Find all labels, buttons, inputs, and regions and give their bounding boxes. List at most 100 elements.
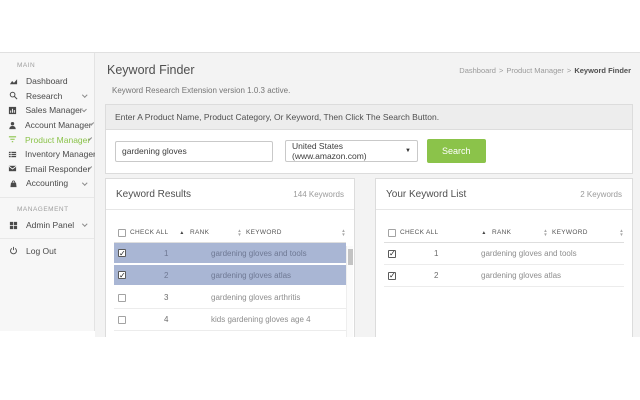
row-checkbox[interactable] bbox=[118, 249, 126, 258]
sidebar-item-label: Research bbox=[26, 90, 63, 101]
select-arrow-icon: ▼ bbox=[405, 148, 411, 154]
sidebar-item-label: Inventory Manager bbox=[25, 149, 96, 160]
chevron-down-icon bbox=[90, 122, 94, 126]
breadcrumb-separator: > bbox=[498, 65, 504, 75]
sidebar-item-label: Log Out bbox=[26, 245, 57, 256]
chart-area-icon bbox=[8, 76, 18, 86]
table-row[interactable]: 1 gardening gloves and tools bbox=[384, 243, 624, 265]
scrollbar-thumb[interactable] bbox=[348, 249, 353, 265]
rank-cell: 1 bbox=[164, 248, 169, 258]
table-row[interactable]: 3 gardening gloves arthritis bbox=[114, 287, 346, 309]
keyword-column-header[interactable]: KEYWORD ▲ ▼ bbox=[548, 228, 624, 237]
keyword-cell: kids gardening gloves age 4 bbox=[211, 315, 311, 324]
sidebar-item-log-out[interactable]: Log Out bbox=[0, 243, 94, 258]
list-table: CHECK ALL ▲ RANK ▲ ▼ KEYWORD ▲ ▼ ✓ 1 gar… bbox=[376, 210, 632, 287]
keyword-count-badge: 144 Keywords bbox=[293, 190, 344, 199]
envelope-icon bbox=[8, 164, 17, 174]
page-title: Keyword Finder bbox=[107, 63, 195, 77]
sidebar-section-main: MAIN bbox=[17, 62, 36, 69]
keyword-cell: gardening gloves atlas bbox=[481, 271, 562, 280]
panel-title: Keyword Results bbox=[116, 189, 192, 200]
sidebar-item-research[interactable]: Research bbox=[0, 89, 94, 104]
sidebar-item-product-manager[interactable]: Product Manager bbox=[0, 132, 94, 147]
chevron-down-icon bbox=[81, 179, 87, 185]
keyword-header-label: KEYWORD bbox=[246, 229, 282, 236]
keyword-column-header[interactable]: KEYWORD ▲ ▼ bbox=[242, 228, 346, 237]
sort-asc-icon[interactable]: ▲ bbox=[476, 230, 492, 236]
sidebar-item-label: Sales Manager bbox=[25, 105, 83, 116]
app-window: MAIN Dashboard Research Sales Manager Ac… bbox=[0, 52, 640, 337]
search-button[interactable]: Search bbox=[427, 139, 486, 163]
sidebar: MAIN Dashboard Research Sales Manager Ac… bbox=[0, 53, 98, 331]
breadcrumb-section[interactable]: Product Manager bbox=[506, 66, 564, 75]
grid-icon bbox=[8, 220, 18, 230]
check-all-checkbox[interactable] bbox=[388, 228, 396, 237]
sort-asc-icon[interactable]: ▲ bbox=[174, 230, 190, 236]
sort-both-icon[interactable]: ▲ ▼ bbox=[619, 228, 624, 237]
sidebar-divider bbox=[0, 238, 94, 240]
panels-row: Keyword Results 144 Keywords CHECK ALL ▲… bbox=[105, 178, 633, 337]
rank-cell: 1 bbox=[434, 249, 439, 258]
check-all-header[interactable]: CHECK ALL bbox=[114, 228, 174, 237]
sidebar-item-label: Email Responder bbox=[25, 163, 91, 174]
power-icon bbox=[8, 246, 18, 256]
marketplace-select[interactable]: United States (www.amazon.com) ▼ bbox=[285, 140, 418, 162]
marketplace-selected-value: United States (www.amazon.com) bbox=[292, 141, 367, 161]
keyword-header-label: KEYWORD bbox=[552, 229, 588, 236]
row-checkbox[interactable] bbox=[118, 271, 126, 280]
search-panel: Enter A Product Name, Product Category, … bbox=[105, 104, 633, 174]
keyword-cell: gardening gloves arthritis bbox=[211, 293, 301, 302]
sidebar-item-admin-panel[interactable]: Admin Panel bbox=[0, 218, 94, 233]
sidebar-item-dashboard[interactable]: Dashboard bbox=[0, 74, 94, 89]
rank-header-label: RANK bbox=[492, 229, 512, 236]
rank-column-header[interactable]: RANK ▲ ▼ bbox=[492, 228, 548, 237]
sidebar-item-label: Account Manager bbox=[25, 120, 92, 131]
sidebar-item-label: Product Manager bbox=[25, 134, 91, 145]
breadcrumb: Dashboard > Product Manager > Keyword Finder bbox=[459, 66, 631, 75]
keyword-cell: gardening gloves and tools bbox=[211, 248, 307, 258]
sort-both-icon[interactable]: ▲ ▼ bbox=[341, 228, 346, 237]
bar-chart-icon bbox=[8, 105, 17, 115]
sidebar-section-management: MANAGEMENT bbox=[17, 205, 69, 213]
sidebar-item-accounting[interactable]: Accounting bbox=[0, 176, 94, 191]
row-checkbox[interactable] bbox=[118, 315, 126, 324]
check-all-header[interactable]: CHECK ALL bbox=[384, 228, 476, 237]
breadcrumb-home[interactable]: Dashboard bbox=[459, 66, 496, 75]
row-checkbox[interactable] bbox=[388, 249, 396, 258]
sidebar-item-inventory-manager[interactable]: Inventory Manager bbox=[0, 147, 98, 162]
breadcrumb-separator: > bbox=[566, 65, 572, 75]
check-all-label: CHECK ALL bbox=[130, 229, 169, 236]
keyword-results-panel: Keyword Results 144 Keywords CHECK ALL ▲… bbox=[105, 178, 355, 337]
panel-title: Your Keyword List bbox=[386, 189, 467, 200]
keyword-search-input[interactable] bbox=[115, 140, 273, 162]
row-checkbox[interactable] bbox=[118, 293, 126, 302]
rank-header-label: RANK bbox=[190, 229, 210, 236]
page-header: Keyword Finder Dashboard > Product Manager… bbox=[105, 53, 633, 80]
table-row[interactable]: 4 kids gardening gloves age 4 bbox=[114, 309, 346, 331]
row-checkbox[interactable] bbox=[388, 271, 396, 280]
sidebar-item-sales-manager[interactable]: Sales Manager bbox=[0, 103, 94, 118]
table-icon bbox=[8, 149, 17, 159]
table-row[interactable]: 1 gardening gloves and tools bbox=[114, 243, 346, 265]
sidebar-item-email-responder[interactable]: Email Responder bbox=[0, 162, 94, 177]
panel-header: Your Keyword List 2 Keywords bbox=[376, 179, 632, 210]
chevron-down-icon bbox=[89, 166, 93, 170]
extension-status-text: Keyword Research Extension version 1.0.3… bbox=[112, 86, 291, 95]
sidebar-item-label: Admin Panel bbox=[26, 220, 75, 231]
keyword-cell: gardening gloves and tools bbox=[481, 249, 577, 258]
rank-cell: 3 bbox=[164, 293, 169, 302]
check-all-checkbox[interactable] bbox=[118, 228, 126, 237]
keyword-count-badge: 2 Keywords bbox=[580, 190, 622, 199]
search-instruction: Enter A Product Name, Product Category, … bbox=[106, 105, 632, 130]
rank-column-header[interactable]: RANK ▲ ▼ bbox=[190, 228, 242, 237]
sidebar-item-label: Dashboard bbox=[26, 76, 68, 87]
results-scrollbar[interactable] bbox=[346, 246, 353, 337]
filter-icon bbox=[8, 135, 17, 145]
search-controls: United States (www.amazon.com) ▼ Search bbox=[106, 130, 632, 173]
list-table-header: CHECK ALL ▲ RANK ▲ ▼ KEYWORD ▲ ▼ bbox=[384, 223, 624, 243]
chevron-down-icon bbox=[89, 137, 93, 141]
sidebar-item-account-manager[interactable]: Account Manager bbox=[0, 118, 94, 133]
table-row[interactable]: 2 gardening gloves atlas bbox=[114, 265, 346, 287]
results-table-header: CHECK ALL ▲ RANK ▲ ▼ KEYWORD ▲ ▼ bbox=[114, 223, 346, 243]
table-row[interactable]: 2 gardening gloves atlas bbox=[384, 265, 624, 287]
